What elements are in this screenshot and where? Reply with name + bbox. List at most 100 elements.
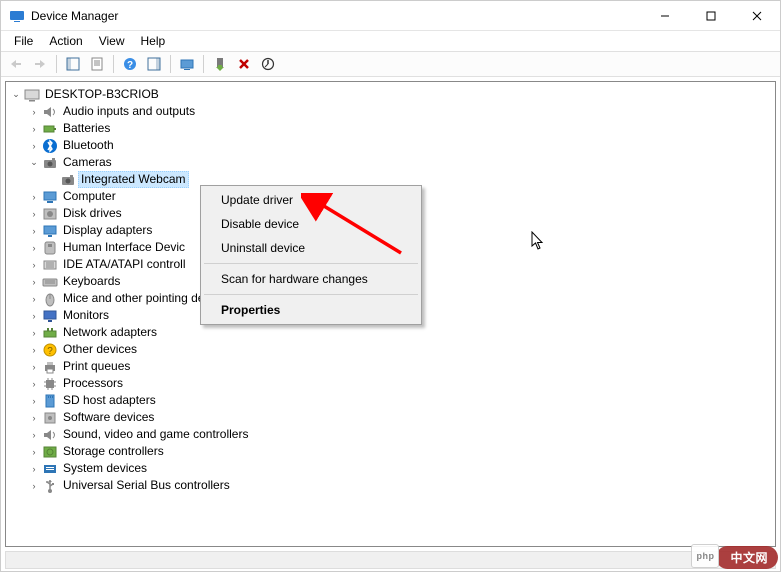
expand-icon[interactable]: ›	[28, 209, 40, 219]
tree-category[interactable]: ⌄ Cameras	[10, 154, 775, 171]
tree-item-label: IDE ATA/ATAPI controll	[60, 256, 188, 273]
expand-icon[interactable]: ⌄	[28, 157, 40, 168]
expand-icon[interactable]: ›	[28, 243, 40, 253]
menu-help[interactable]: Help	[134, 32, 173, 50]
tree-category[interactable]: › Processors	[10, 375, 775, 392]
back-button[interactable]	[5, 53, 27, 75]
context-menu-item[interactable]: Disable device	[203, 212, 419, 236]
expand-icon[interactable]: ›	[28, 413, 40, 423]
toolbar-separator	[113, 55, 114, 73]
tree-item-label: Universal Serial Bus controllers	[60, 477, 233, 494]
system-icon	[42, 461, 58, 477]
tree-category[interactable]: › Audio inputs and outputs	[10, 103, 775, 120]
sound-icon	[42, 427, 58, 443]
tree-item-label: Monitors	[60, 307, 112, 324]
tree-category[interactable]: ›Network adapters	[10, 324, 775, 341]
tree-category[interactable]: ›Print queues	[10, 358, 775, 375]
battery-icon	[42, 121, 58, 137]
tree-item-label: Sound, video and game controllers	[60, 426, 251, 443]
menu-view[interactable]: View	[92, 32, 132, 50]
menu-action[interactable]: Action	[42, 32, 89, 50]
expand-icon[interactable]: ›	[28, 277, 40, 287]
maximize-button[interactable]	[688, 1, 734, 30]
expand-icon[interactable]: ›	[28, 124, 40, 134]
camera-icon	[60, 172, 76, 188]
action-pane-button[interactable]	[143, 53, 165, 75]
tree-item-label: Batteries	[60, 120, 113, 137]
context-menu-separator	[204, 294, 418, 295]
speaker-icon	[42, 104, 58, 120]
window-title: Device Manager	[31, 9, 642, 23]
expand-icon[interactable]: ›	[28, 464, 40, 474]
hid-icon	[42, 240, 58, 256]
printer-icon	[42, 359, 58, 375]
expand-icon[interactable]: ›	[28, 396, 40, 406]
computer-icon	[42, 189, 58, 205]
tree-category[interactable]: › Software devices	[10, 409, 775, 426]
tree-category[interactable]: › Universal Serial Bus controllers	[10, 477, 775, 494]
tree-item-label: Software devices	[60, 409, 157, 426]
toolbar-separator	[203, 55, 204, 73]
uninstall-device-button[interactable]	[233, 53, 255, 75]
mouse-icon	[42, 291, 58, 307]
tree-category[interactable]: ›SD host adapters	[10, 392, 775, 409]
tree-item-label: Processors	[60, 375, 126, 392]
tree-item-label: Audio inputs and outputs	[60, 103, 198, 120]
statusbar	[5, 551, 776, 569]
context-menu-item[interactable]: Properties	[203, 298, 419, 322]
tree-category[interactable]: › System devices	[10, 460, 775, 477]
show-hide-console-tree-button[interactable]	[62, 53, 84, 75]
toolbar-separator	[56, 55, 57, 73]
pc-icon	[24, 87, 40, 103]
tree-category[interactable]: › Storage controllers	[10, 443, 775, 460]
ide-icon	[42, 257, 58, 273]
expand-icon[interactable]: ›	[28, 379, 40, 389]
expand-icon[interactable]: ›	[28, 328, 40, 338]
tree-item-label: Storage controllers	[60, 443, 167, 460]
svg-text:?: ?	[127, 60, 133, 71]
expand-icon[interactable]: ›	[28, 141, 40, 151]
context-menu-separator	[204, 263, 418, 264]
context-menu-item[interactable]: Scan for hardware changes	[203, 267, 419, 291]
help-button[interactable]: ?	[119, 53, 141, 75]
watermark-text: 中文网	[730, 551, 768, 565]
expand-icon[interactable]: ›	[28, 311, 40, 321]
svg-text:?: ?	[47, 346, 53, 357]
scan-hardware-button[interactable]	[176, 53, 198, 75]
expand-icon[interactable]: ›	[28, 260, 40, 270]
expand-icon[interactable]: ›	[28, 447, 40, 457]
tree-category[interactable]: › Batteries	[10, 120, 775, 137]
disk-icon	[42, 206, 58, 222]
tree-item-label: Computer	[60, 188, 119, 205]
disable-device-button[interactable]	[257, 53, 279, 75]
forward-button[interactable]	[29, 53, 51, 75]
toolbar: ?	[1, 51, 780, 77]
tree-item-label: DESKTOP-B3CRIOB	[42, 86, 162, 103]
tree-category[interactable]: › Sound, video and game controllers	[10, 426, 775, 443]
expand-icon[interactable]: ›	[28, 192, 40, 202]
update-driver-button[interactable]	[209, 53, 231, 75]
close-button[interactable]	[734, 1, 780, 30]
expand-icon[interactable]: ›	[28, 481, 40, 491]
expand-icon[interactable]: ›	[28, 345, 40, 355]
display-icon	[42, 223, 58, 239]
minimize-button[interactable]	[642, 1, 688, 30]
properties-button[interactable]	[86, 53, 108, 75]
expand-icon[interactable]: ›	[28, 430, 40, 440]
tree-item-label: System devices	[60, 460, 150, 477]
tree-root[interactable]: ⌄ DESKTOP-B3CRIOB	[10, 86, 775, 103]
tree-category[interactable]: ›? Other devices	[10, 341, 775, 358]
menu-file[interactable]: File	[7, 32, 40, 50]
context-menu-item[interactable]: Uninstall device	[203, 236, 419, 260]
tree-item-label: Cameras	[60, 154, 115, 171]
expand-icon[interactable]: ⌄	[10, 89, 22, 100]
watermark: php 中文网	[716, 546, 778, 569]
context-menu-item[interactable]: Update driver	[203, 188, 419, 212]
expand-icon[interactable]: ›	[28, 294, 40, 304]
expand-icon[interactable]: ›	[28, 226, 40, 236]
tree-item-label: Other devices	[60, 341, 140, 358]
tree-category[interactable]: ›Bluetooth	[10, 137, 775, 154]
expand-icon[interactable]: ›	[28, 362, 40, 372]
expand-icon[interactable]: ›	[28, 107, 40, 117]
storage-icon	[42, 444, 58, 460]
